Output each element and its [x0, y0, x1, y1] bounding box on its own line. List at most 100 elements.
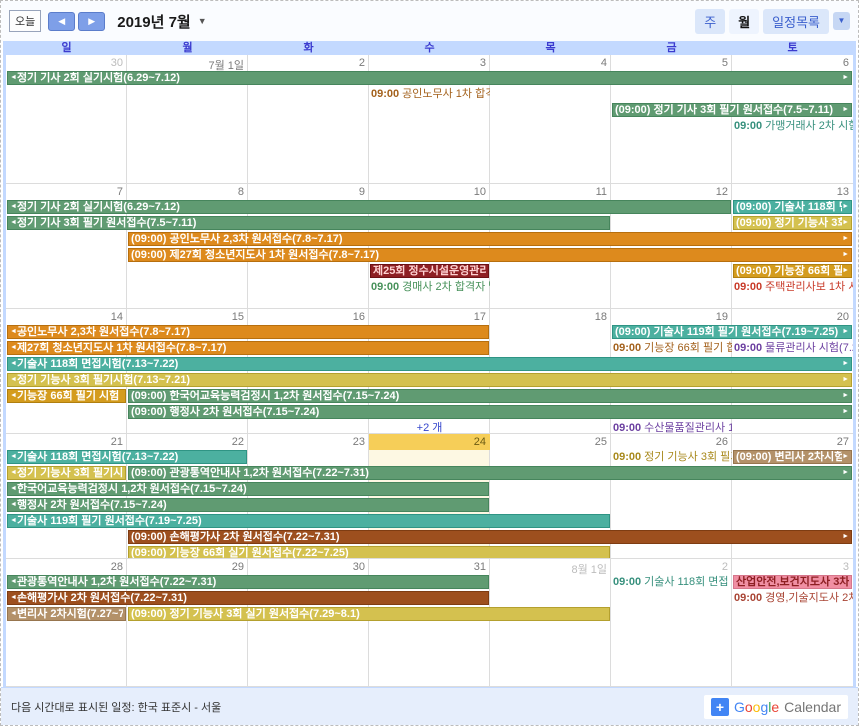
date-cell[interactable]: 18	[490, 309, 611, 325]
date-cell[interactable]: 13	[732, 184, 853, 200]
event-time: 09:00	[613, 450, 641, 464]
date-cell[interactable]: 23	[248, 434, 369, 450]
event-bar[interactable]: ◄손해평가사 2차 원서접수(7.22~7.31)	[7, 591, 489, 605]
event-bar[interactable]: ◄정기 기사 2회 실기시험(6.29~7.12)	[7, 200, 731, 214]
continues-left-icon: ◄	[10, 499, 17, 511]
event-bar[interactable]: (09:00) 한국어교육능력검정시 1,2차 원서접수(7.15~7.24)►	[128, 389, 852, 403]
event-title: 공인노무사 2,3차 원서접수(7.8~7.17)	[17, 326, 486, 338]
tab-agenda[interactable]: 일정목록	[763, 9, 829, 34]
continues-left-icon: ◄	[10, 201, 17, 213]
timed-event[interactable]: 09:00경매사 2차 합격자 발표	[369, 280, 490, 294]
event-bar[interactable]: ◄변리사 2차시험(7.27~7.28)	[7, 607, 126, 621]
tab-month[interactable]: 월	[729, 9, 759, 34]
tab-week[interactable]: 주	[695, 9, 725, 34]
date-cell[interactable]: 14	[6, 309, 127, 325]
date-cell[interactable]: 24	[369, 434, 490, 450]
agenda-dropdown-caret[interactable]: ▼	[833, 12, 850, 30]
timed-event[interactable]: 09:00주택관리사보 1차 시험	[732, 280, 853, 294]
date-cell[interactable]: 27	[732, 434, 853, 450]
date-cell[interactable]: 22	[127, 434, 248, 450]
event-bar[interactable]: ◄관광통역안내사 1,2차 원서접수(7.22~7.31)	[7, 575, 489, 589]
event-title: 수산물품질관리사 1	[644, 421, 732, 434]
timezone-note: 다음 시간대로 표시된 일정: 한국 표준시 - 서울	[11, 699, 221, 715]
event-bar[interactable]: ◄기술사 118회 면접시험(7.13~7.22)	[7, 450, 247, 464]
timed-event[interactable]: 09:00수산물품질관리사 1	[611, 421, 732, 434]
date-cell[interactable]: 9	[248, 184, 369, 200]
next-month-button[interactable]: ▶	[78, 12, 105, 31]
event-bar[interactable]: (09:00) 기술사 119회 필기 원서접수(7.19~7.25)►	[612, 325, 852, 339]
date-cell[interactable]: 11	[490, 184, 611, 200]
continues-right-icon: ►	[842, 390, 849, 402]
event-title: 정기 기능사 3회 필기	[644, 450, 732, 464]
continues-left-icon: ◄	[10, 483, 17, 495]
calendar-week: 307월 1일23456◄정기 기사 2회 실기시험(6.29~7.12)► 09…	[6, 55, 853, 184]
calendar-week: 21222324252627 ◄기술사 118회 면접시험(7.13~7.22) 0…	[6, 434, 853, 559]
date-cell[interactable]: 7	[6, 184, 127, 200]
date-cell[interactable]: 10	[369, 184, 490, 200]
event-title: 기술사 119회 필기 원서접수(7.19~7.25)	[17, 515, 607, 527]
weekday-header-row: 일 월 화 수 목 금 토	[6, 41, 853, 55]
event-bar[interactable]: 산업안전,보건지도사 3차	[733, 575, 852, 589]
event-bar[interactable]: ◄기술사 118회 면접시험(7.13~7.22)►	[7, 357, 852, 371]
event-bar[interactable]: 제25회 정수시설운영관리사	[370, 264, 489, 278]
event-bar[interactable]: ◄제27회 청소년지도사 1차 원서접수(7.8~7.17)	[7, 341, 489, 355]
weekday-header-tue: 화	[248, 41, 369, 55]
event-bar[interactable]: ◄행정사 2차 원서접수(7.15~7.24)	[7, 498, 489, 512]
date-cell[interactable]: 8	[127, 184, 248, 200]
event-title: (09:00) 손해평가사 2차 원서접수(7.22~7.31)	[131, 531, 842, 543]
event-bar[interactable]: ◄공인노무사 2,3차 원서접수(7.8~7.17)	[7, 325, 489, 339]
event-title: (09:00) 제27회 청소년지도사 1차 원서접수(7.8~7.17)	[131, 249, 842, 261]
month-dropdown-caret[interactable]: ▼	[198, 16, 207, 26]
timed-event[interactable]: 09:00공인노무사 1차 합격자	[369, 87, 490, 101]
timed-event[interactable]: 09:00물류관리사 시험(7.20)	[732, 341, 853, 355]
continues-left-icon: ◄	[10, 451, 17, 463]
event-bar[interactable]: (09:00) 제27회 청소년지도사 1차 원서접수(7.8~7.17)►	[128, 248, 852, 262]
event-title: 산업안전,보건지도사 3차	[736, 576, 849, 588]
event-bar[interactable]: (09:00) 변리사 2차시험(7.27~7.28)►	[733, 450, 852, 464]
timed-event[interactable]: 09:00경영,기술지도사 2차	[732, 591, 853, 605]
event-title: 기술사 118회 면접시험(7.13~7.22)	[17, 358, 842, 370]
date-cell[interactable]: 15	[127, 309, 248, 325]
date-cell[interactable]: 12	[611, 184, 732, 200]
event-bar[interactable]: (09:00) 손해평가사 2차 원서접수(7.22~7.31)►	[128, 530, 852, 544]
event-bar[interactable]: ◄정기 기능사 3회 필기시험(7.13~7.21)►	[7, 373, 852, 387]
event-title: 정기 기사 3회 필기 원서접수(7.5~7.11)	[17, 217, 607, 229]
event-title: 물류관리사 시험(7.20)	[765, 341, 853, 355]
event-bar[interactable]: ◄정기 기능사 3회 필기시험(7.13~7.21)	[7, 466, 126, 480]
event-bar[interactable]: (09:00) 기능장 66회 실기 원서접수(7.22~7.25)	[128, 546, 610, 559]
continues-left-icon: ◄	[10, 326, 17, 338]
event-bar[interactable]: (09:00) 행정사 2차 원서접수(7.15~7.24)►	[128, 405, 852, 419]
timed-event[interactable]: 09:00가맹거래사 2차 시험	[732, 119, 853, 133]
event-bar[interactable]: (09:00) 정기 기능사 3회 필기시험(7.13~7.21)►	[733, 216, 852, 230]
timed-event[interactable]: 09:00정기 기능사 3회 필기	[611, 450, 732, 464]
more-events-link[interactable]: +2 개	[369, 421, 490, 434]
date-cell[interactable]: 19	[611, 309, 732, 325]
timed-event[interactable]: 09:00기술사 118회 면접	[611, 575, 732, 589]
weekday-header-thu: 목	[490, 41, 611, 55]
date-row: 307월 1일23456	[6, 55, 853, 71]
calendar-week: 78910111213◄정기 기사 2회 실기시험(6.29~7.12)(09:…	[6, 184, 853, 309]
event-bar[interactable]: ◄기술사 119회 필기 원서접수(7.19~7.25)	[7, 514, 610, 528]
date-cell[interactable]: 25	[490, 434, 611, 450]
prev-month-button[interactable]: ◀	[48, 12, 75, 31]
event-bar[interactable]: (09:00) 정기 기능사 3회 실기 원서접수(7.29~8.1)	[128, 607, 610, 621]
today-button[interactable]: 오늘	[9, 10, 41, 32]
event-bar[interactable]: (09:00) 공인노무사 2,3차 원서접수(7.8~7.17)►	[128, 232, 852, 246]
event-bar[interactable]: ◄기능장 66회 필기 시험	[7, 389, 126, 403]
event-bar[interactable]: (09:00) 기술사 118회 면접시험(7.13~7.22)►	[733, 200, 852, 214]
date-cell[interactable]: 17	[369, 309, 490, 325]
date-cell[interactable]: 20	[732, 309, 853, 325]
event-bar[interactable]: ◄정기 기사 3회 필기 원서접수(7.5~7.11)	[7, 216, 610, 230]
event-bar[interactable]: (09:00) 기능장 66회 필기 시험►	[733, 264, 852, 278]
event-bar[interactable]: ◄한국어교육능력검정시 1,2차 원서접수(7.15~7.24)	[7, 482, 489, 496]
event-title: 정기 기능사 3회 필기시험(7.13~7.21)	[17, 374, 842, 386]
event-bar[interactable]: (09:00) 관광통역안내사 1,2차 원서접수(7.22~7.31)►	[128, 466, 852, 480]
event-bar[interactable]: (09:00) 정기 기사 3회 필기 원서접수(7.5~7.11)►	[612, 103, 852, 117]
continues-right-icon: ►	[842, 201, 849, 213]
event-bar[interactable]: ◄정기 기사 2회 실기시험(6.29~7.12)►	[7, 71, 852, 85]
date-cell[interactable]: 21	[6, 434, 127, 450]
timed-event[interactable]: 09:00기능장 66회 필기 합격자	[611, 341, 732, 355]
google-calendar-button[interactable]: + Google Calendar	[704, 695, 848, 719]
date-cell[interactable]: 16	[248, 309, 369, 325]
date-cell[interactable]: 26	[611, 434, 732, 450]
